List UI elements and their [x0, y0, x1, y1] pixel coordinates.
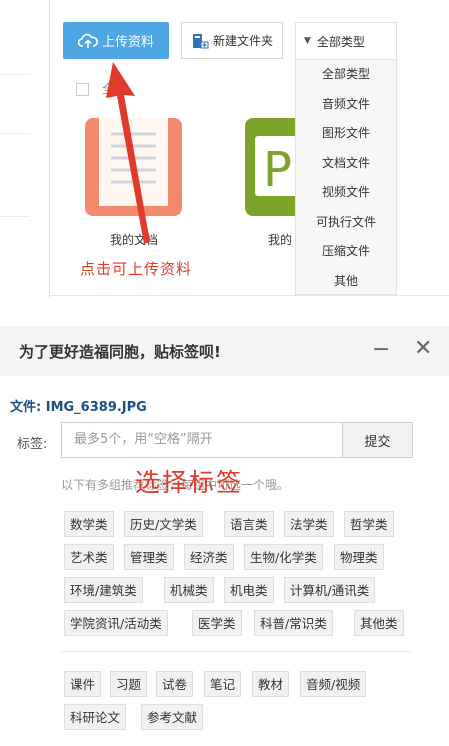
tag-option[interactable]: 管理类 — [124, 544, 174, 570]
menu-item-executable[interactable]: 可执行文件 — [296, 208, 396, 238]
tag-option[interactable]: 经济类 — [184, 544, 234, 570]
new-folder-icon — [192, 33, 209, 48]
new-folder-label: 新建文件夹 — [212, 34, 273, 48]
new-folder-button[interactable]: 新建文件夹 — [181, 22, 283, 59]
upload-button-label: 上传资料 — [101, 35, 154, 50]
submit-label: 提交 — [364, 434, 391, 450]
menu-item-audio[interactable]: 音频文件 — [296, 90, 396, 120]
row-divider — [0, 133, 30, 134]
tag-option[interactable]: 课件 — [64, 671, 102, 697]
menu-item-image[interactable]: 图形文件 — [296, 119, 396, 149]
select-all-checkbox[interactable] — [76, 83, 89, 96]
close-icon[interactable]: ✕ — [414, 336, 432, 361]
tag-option[interactable]: 医学类 — [192, 610, 242, 636]
tag-option[interactable]: 数学类 — [64, 511, 114, 537]
upload-button[interactable]: 上传资料 — [63, 22, 169, 59]
tag-option[interactable]: 习题 — [110, 671, 148, 697]
tag-option[interactable]: 科普/常识类 — [254, 610, 333, 636]
tag-option[interactable]: 机电类 — [224, 577, 274, 603]
tag-option[interactable]: 其他类 — [354, 610, 404, 636]
file-name: IMG_6389.JPG — [45, 400, 147, 415]
tag-option[interactable]: 哲学类 — [344, 511, 394, 537]
submit-button[interactable]: 提交 — [343, 422, 413, 458]
tag-group-divider — [61, 651, 411, 652]
annotation-arrow-icon — [106, 62, 150, 244]
tag-option[interactable]: 环境/建筑类 — [64, 577, 143, 603]
panel-left-border — [49, 0, 50, 298]
menu-item-other[interactable]: 其他 — [296, 267, 396, 297]
type-filter-label: 全部类型 — [316, 34, 365, 49]
dialog-title: 为了更好造福同胞，贴标签呗! — [19, 343, 221, 361]
tag-option[interactable]: 音频/视频 — [300, 671, 367, 697]
menu-item-all-types[interactable]: 全部类型 — [296, 60, 396, 90]
tag-option[interactable]: 物理类 — [334, 544, 384, 570]
upload-annotation: 点击可上传资料 — [80, 260, 193, 278]
tag-option[interactable]: 参考文献 — [141, 704, 204, 730]
tag-label: 标签: — [17, 437, 48, 452]
tag-option[interactable]: 教材 — [252, 671, 290, 697]
ppt-file-icon[interactable]: P — [245, 118, 295, 216]
row-divider — [0, 216, 30, 217]
tag-option[interactable]: 生物/化学类 — [244, 544, 323, 570]
file-label: 文件: — [10, 400, 42, 415]
menu-item-archive[interactable]: 压缩文件 — [296, 237, 396, 267]
menu-item-video[interactable]: 视频文件 — [296, 178, 396, 208]
menu-item-document[interactable]: 文档文件 — [296, 149, 396, 179]
type-filter-dropdown[interactable]: ▼ 全部类型 — [295, 22, 397, 59]
tag-option[interactable]: 笔记 — [204, 671, 242, 697]
tag-option[interactable]: 艺术类 — [64, 544, 114, 570]
tag-option[interactable]: 历史/文学类 — [124, 511, 203, 537]
caret-down-icon: ▼ — [304, 36, 311, 46]
tag-dialog: 为了更好造福同胞，贴标签呗! − ✕ 文件: IMG_6389.JPG 标签: … — [0, 326, 449, 746]
tag-option[interactable]: 科研论文 — [64, 704, 127, 730]
svg-text:P: P — [263, 142, 292, 198]
tag-annotation: 选择标签 — [135, 468, 244, 497]
file-info: 文件: IMG_6389.JPG — [10, 396, 147, 415]
tag-option[interactable]: 机械类 — [164, 577, 214, 603]
row-divider — [0, 74, 30, 75]
tag-option[interactable]: 语言类 — [224, 511, 274, 537]
type-filter-menu: 全部类型 音频文件 图形文件 文档文件 视频文件 可执行文件 压缩文件 其他 — [295, 59, 397, 295]
file-name-label[interactable]: 我的 — [268, 231, 292, 248]
tag-option[interactable]: 法学类 — [284, 511, 334, 537]
minimize-icon[interactable]: − — [372, 337, 390, 362]
tag-option[interactable]: 计算机/通讯类 — [284, 577, 376, 603]
tag-option[interactable]: 试卷 — [156, 671, 194, 697]
file-manager-panel: 上传资料 新建文件夹 ▼ 全部类型 全部类型 音频文件 图形文件 文档文件 视频… — [0, 0, 449, 300]
tag-input[interactable]: 最多5个，用“空格”隔开 — [61, 422, 343, 458]
tag-option[interactable]: 学院资讯/活动类 — [64, 610, 168, 636]
cloud-upload-icon — [77, 33, 98, 48]
